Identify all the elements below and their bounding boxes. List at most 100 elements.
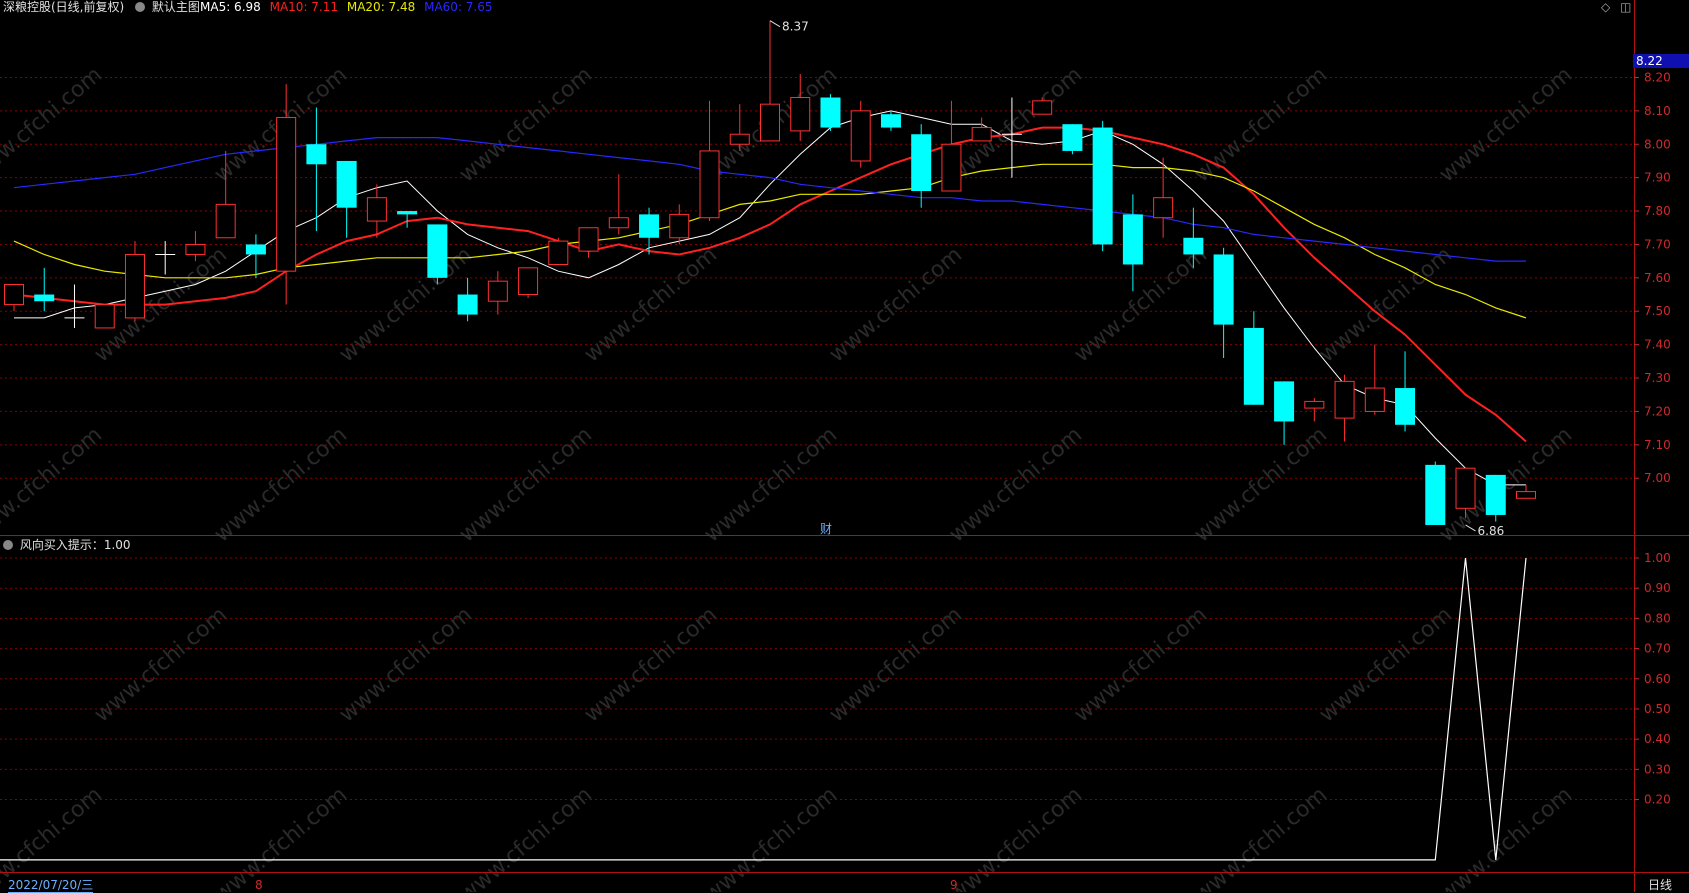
y-tick-label: 7.50: [1644, 304, 1671, 318]
candle: [1334, 374, 1355, 442]
y-tick-label: 0.30: [1644, 762, 1671, 776]
candle: [850, 100, 871, 168]
watermark-text: www.cfchi.com: [1435, 62, 1577, 187]
candle: [336, 160, 357, 238]
y-tick-label: 7.60: [1644, 271, 1671, 285]
diamond-icon[interactable]: ◇: [1601, 0, 1610, 14]
finance-marker-label: 财: [820, 522, 833, 536]
candle: [4, 284, 24, 312]
watermark-text: www.cfchi.com: [0, 782, 107, 892]
candle-body: [276, 117, 297, 272]
watermark-text: www.cfchi.com: [945, 422, 1087, 547]
watermark-text: www.cfchi.com: [1190, 782, 1332, 892]
candle: [1364, 344, 1385, 415]
candle-body: [760, 103, 780, 142]
candle: [124, 241, 145, 322]
finance-marker[interactable]: 财: [820, 522, 832, 536]
month-label-8: 8: [255, 878, 263, 892]
candle-body: [487, 280, 508, 302]
date-value: 2022/07/20/三: [8, 878, 94, 892]
candle: [276, 84, 297, 305]
candle-body: [1485, 474, 1506, 515]
candle: [639, 207, 660, 255]
candle: [427, 224, 448, 285]
y-tick-label: 0.40: [1644, 732, 1671, 746]
watermark-text: www.cfchi.com: [1315, 242, 1457, 367]
candle-body: [427, 224, 448, 278]
date-label: 2022/07/20/三: [8, 878, 94, 893]
y-tick-label: 7.90: [1644, 171, 1671, 185]
candle-body: [729, 133, 750, 145]
watermark-text: www.cfchi.com: [455, 422, 597, 547]
y-tick-label: 8.00: [1644, 137, 1671, 151]
candle-body: [578, 227, 599, 252]
candle-body: [1516, 491, 1536, 499]
period-button[interactable]: 日线: [1648, 878, 1672, 892]
candle: [1485, 474, 1506, 522]
main-chart-selector[interactable]: 默认主图: [135, 0, 200, 14]
candle: [155, 241, 176, 275]
candle-body: [1062, 124, 1083, 151]
indicator-label: 风向买入提示：1.00: [19, 538, 131, 552]
watermark-text: www.cfchi.com: [210, 422, 352, 547]
candle-body: [941, 143, 962, 192]
candle: [1425, 461, 1446, 525]
candle: [64, 284, 85, 328]
watermark-text: www.cfchi.com: [825, 242, 967, 367]
watermark-text: www.cfchi.com: [945, 782, 1087, 892]
candle-body: [124, 253, 145, 319]
candle-body: [639, 214, 660, 238]
candle: [548, 237, 569, 265]
candle-body: [1425, 464, 1446, 525]
ma-legend: MA5: 6.98 MA10: 7.11 MA20: 7.48 MA60: 7.…: [200, 0, 493, 14]
candle: [578, 227, 599, 258]
y-tick-label: 7.10: [1644, 438, 1671, 452]
annotation-label: 6.86: [1478, 524, 1505, 538]
candle-body: [1274, 381, 1295, 422]
y-tick-label: 7.30: [1644, 371, 1671, 385]
candle-body: [366, 197, 387, 222]
candle-body: [669, 213, 690, 239]
ma10-legend: MA10: 7.11: [269, 0, 339, 14]
watermark-text: www.cfchi.com: [0, 62, 107, 187]
candle-body: [245, 244, 266, 255]
y-tick-label: 8.10: [1644, 104, 1671, 118]
watermark-text: www.cfchi.com: [1435, 782, 1577, 892]
candle: [941, 100, 962, 192]
stock-title: 深粮控股(日线,前复权): [3, 0, 124, 14]
indicator-title[interactable]: 风向买入提示：1.00: [3, 538, 131, 552]
watermark-text: www.cfchi.com: [1190, 422, 1332, 547]
candle: [518, 267, 539, 298]
candle-body: [94, 304, 115, 329]
candle-body: [1395, 388, 1416, 425]
main-y-axis: 8.20 8.10 8.00 7.90 7.80 7.70 7.60 7.50 7.40 7.30…: [1634, 70, 1671, 485]
watermark-text: www.cfchi.com: [455, 62, 597, 187]
candle-body: [911, 134, 932, 192]
y-tick-label: 7.70: [1644, 237, 1671, 251]
y-tick-label: 7.40: [1644, 338, 1671, 352]
candle: [366, 184, 387, 238]
watermark-text: www.cfchi.com: [210, 782, 352, 892]
watermark-text: www.cfchi.com: [335, 242, 477, 367]
candle: [457, 277, 478, 322]
candle-body: [1122, 214, 1143, 265]
candle-body: [1455, 467, 1476, 509]
candle-body: [1364, 387, 1385, 412]
candle-body: [306, 144, 327, 165]
candle-body: [1183, 237, 1204, 255]
y-tick-label: 0.70: [1644, 642, 1671, 656]
candle: [971, 117, 992, 142]
candle-body: [971, 127, 992, 142]
month-value-8: 8: [255, 878, 263, 892]
window-toggle-icon[interactable]: ◫: [1620, 0, 1631, 14]
watermark-layer: www.cfchi.com www.cfchi.com www.cfchi.com w…: [0, 62, 1577, 892]
candle-body: [608, 217, 629, 229]
candle-body: [397, 211, 418, 215]
chart-canvas: www.cfchi.com www.cfchi.com www.cfchi.com w…: [0, 0, 1689, 892]
candle-body: [1032, 100, 1053, 115]
period-label: 日线: [1648, 878, 1673, 892]
candle-body: [699, 150, 720, 219]
current-price-tag: 8.22: [1633, 54, 1689, 68]
candle-body: [1092, 127, 1113, 245]
annotation-label: 8.37: [782, 20, 809, 34]
